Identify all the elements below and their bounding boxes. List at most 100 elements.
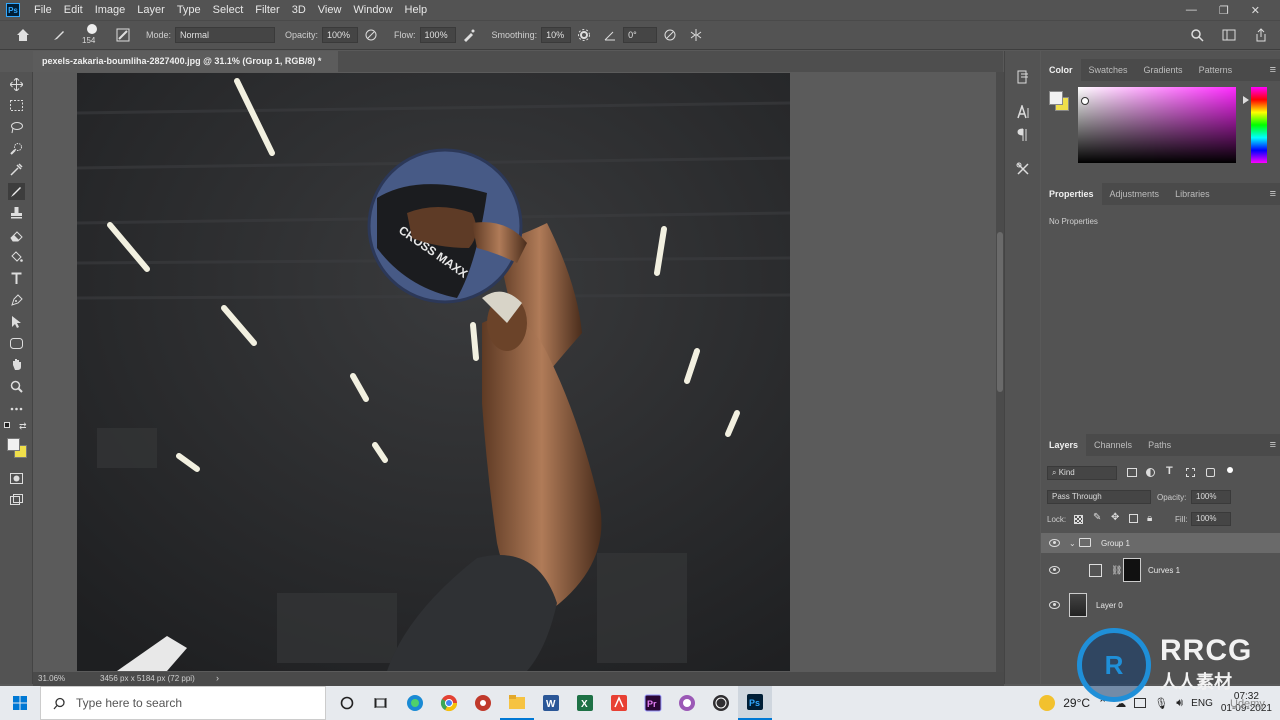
app-swirl-icon[interactable] xyxy=(670,686,704,720)
workspace-icon[interactable] xyxy=(1220,26,1238,44)
filter-pixel-icon[interactable] xyxy=(1127,468,1137,477)
angle-input[interactable]: 0° xyxy=(623,27,658,43)
panel-menu-icon[interactable]: ≡ xyxy=(1270,188,1276,200)
flow-input[interactable]: 100% xyxy=(419,27,456,43)
symmetry-icon[interactable] xyxy=(687,26,705,44)
panel-menu-icon[interactable]: ≡ xyxy=(1270,64,1276,76)
rectangle-tool-icon[interactable] xyxy=(8,335,25,352)
tab-color[interactable]: Color xyxy=(1041,59,1081,81)
hand-tool-icon[interactable] xyxy=(8,356,25,373)
share-icon[interactable] xyxy=(1252,26,1270,44)
status-arrow-icon[interactable]: › xyxy=(216,673,219,683)
color-swatches[interactable]: ⇄ xyxy=(4,421,30,462)
filter-shape-icon[interactable] xyxy=(1186,468,1195,477)
lock-pixels-icon[interactable]: ✎ xyxy=(1093,512,1101,523)
screen-mode-icon[interactable] xyxy=(8,491,25,508)
home-icon[interactable] xyxy=(14,26,32,44)
cortana-icon[interactable] xyxy=(330,686,364,720)
tool-presets-icon[interactable] xyxy=(1015,161,1031,177)
hue-slider[interactable] xyxy=(1251,87,1267,163)
tab-libraries[interactable]: Libraries xyxy=(1167,183,1218,205)
paragraph-icon[interactable] xyxy=(1015,127,1031,143)
document-tab[interactable]: pexels-zakaria-boumliha-2827400.jpg @ 31… xyxy=(33,51,338,72)
visibility-eye-icon[interactable] xyxy=(1049,566,1060,574)
task-view-icon[interactable] xyxy=(364,686,398,720)
eraser-tool-icon[interactable] xyxy=(8,227,25,244)
eyedropper-tool-icon[interactable] xyxy=(8,161,25,178)
default-colors-icon[interactable] xyxy=(4,422,10,428)
color-foreground-swatch[interactable] xyxy=(1049,91,1063,105)
filter-adjustment-icon[interactable] xyxy=(1146,468,1155,477)
excel-icon[interactable]: X xyxy=(568,686,602,720)
brush-preset-picker[interactable]: 154 xyxy=(80,22,106,48)
character-icon[interactable] xyxy=(1015,104,1031,120)
menu-view[interactable]: View xyxy=(312,4,348,16)
panel-menu-icon[interactable]: ≡ xyxy=(1270,439,1276,451)
menu-image[interactable]: Image xyxy=(89,4,132,16)
document-canvas[interactable]: CROSS MAXX xyxy=(77,73,790,671)
lasso-tool-icon[interactable] xyxy=(8,119,25,136)
search-icon[interactable] xyxy=(1188,26,1206,44)
lock-transparency-icon[interactable] xyxy=(1074,515,1083,524)
volume-icon[interactable]: 🔊︎ xyxy=(1176,697,1183,710)
menu-select[interactable]: Select xyxy=(207,4,250,16)
taskbar-search-box[interactable]: Type here to search xyxy=(40,686,326,720)
weather-temperature[interactable]: 29°C xyxy=(1063,696,1090,710)
menu-filter[interactable]: Filter xyxy=(249,4,285,16)
chrome-icon[interactable] xyxy=(432,686,466,720)
blend-mode-select[interactable]: Pass Through xyxy=(1047,490,1151,504)
quick-mask-icon[interactable] xyxy=(8,470,25,487)
restore-button[interactable]: ❐ xyxy=(1219,4,1229,17)
fill-input[interactable]: 100% xyxy=(1191,512,1231,526)
color-field-picker-icon[interactable] xyxy=(1081,97,1089,105)
weather-sun-icon[interactable] xyxy=(1039,695,1056,711)
tab-channels[interactable]: Channels xyxy=(1086,434,1140,456)
tab-properties[interactable]: Properties xyxy=(1041,183,1102,205)
menu-window[interactable]: Window xyxy=(347,4,398,16)
file-explorer-icon[interactable] xyxy=(500,686,534,720)
stamp-tool-icon[interactable] xyxy=(8,204,25,221)
obs-icon[interactable] xyxy=(704,686,738,720)
smoothing-input[interactable]: 10% xyxy=(541,27,572,43)
lock-position-icon[interactable]: ✥ xyxy=(1111,512,1119,523)
zoom-level[interactable]: 31.06% xyxy=(38,674,65,683)
foreground-color-swatch[interactable] xyxy=(7,438,20,451)
visibility-eye-icon[interactable] xyxy=(1049,601,1060,609)
pen-tool-icon[interactable] xyxy=(8,292,25,309)
brush-tool-icon[interactable] xyxy=(8,183,25,200)
lock-artboard-icon[interactable] xyxy=(1129,514,1138,523)
premiere-icon[interactable]: Pr xyxy=(636,686,670,720)
mode-select[interactable]: Normal xyxy=(175,27,276,43)
pressure-size-icon[interactable] xyxy=(661,26,679,44)
close-button[interactable]: ✕ xyxy=(1251,4,1260,17)
visibility-eye-icon[interactable] xyxy=(1049,539,1060,547)
layer-opacity-input[interactable]: 100% xyxy=(1191,490,1231,504)
lock-all-icon[interactable]: 🔒︎ xyxy=(1147,513,1152,524)
tab-swatches[interactable]: Swatches xyxy=(1081,59,1136,81)
screen-recorder-icon[interactable] xyxy=(466,686,500,720)
more-tools-icon[interactable] xyxy=(8,400,25,417)
tab-paths[interactable]: Paths xyxy=(1140,434,1179,456)
microphone-icon[interactable]: 🎙︎ xyxy=(1154,697,1168,710)
layer-filter-select[interactable]: ⌕ Kind xyxy=(1047,466,1117,480)
menu-help[interactable]: Help xyxy=(399,4,434,16)
tab-layers[interactable]: Layers xyxy=(1041,434,1087,456)
filter-type-icon[interactable]: T xyxy=(1166,465,1173,477)
airbrush-icon[interactable] xyxy=(460,26,478,44)
quick-selection-tool-icon[interactable] xyxy=(8,140,25,157)
brush-settings-icon[interactable] xyxy=(114,26,132,44)
tab-adjustments[interactable]: Adjustments xyxy=(1102,183,1168,205)
scrollbar-thumb[interactable] xyxy=(997,232,1003,392)
expand-chevron-icon[interactable]: ⌄ xyxy=(1069,539,1076,548)
tab-patterns[interactable]: Patterns xyxy=(1191,59,1241,81)
network-icon[interactable] xyxy=(1134,698,1147,708)
menu-type[interactable]: Type xyxy=(171,4,207,16)
vertical-scrollbar[interactable] xyxy=(996,72,1004,672)
windows-start-icon[interactable] xyxy=(0,686,40,720)
menu-edit[interactable]: Edit xyxy=(58,4,89,16)
gear-icon[interactable] xyxy=(575,26,593,44)
history-icon[interactable] xyxy=(1015,69,1031,85)
acrobat-icon[interactable] xyxy=(602,686,636,720)
hue-slider-handle-icon[interactable] xyxy=(1243,96,1249,104)
color-field[interactable] xyxy=(1078,87,1236,163)
